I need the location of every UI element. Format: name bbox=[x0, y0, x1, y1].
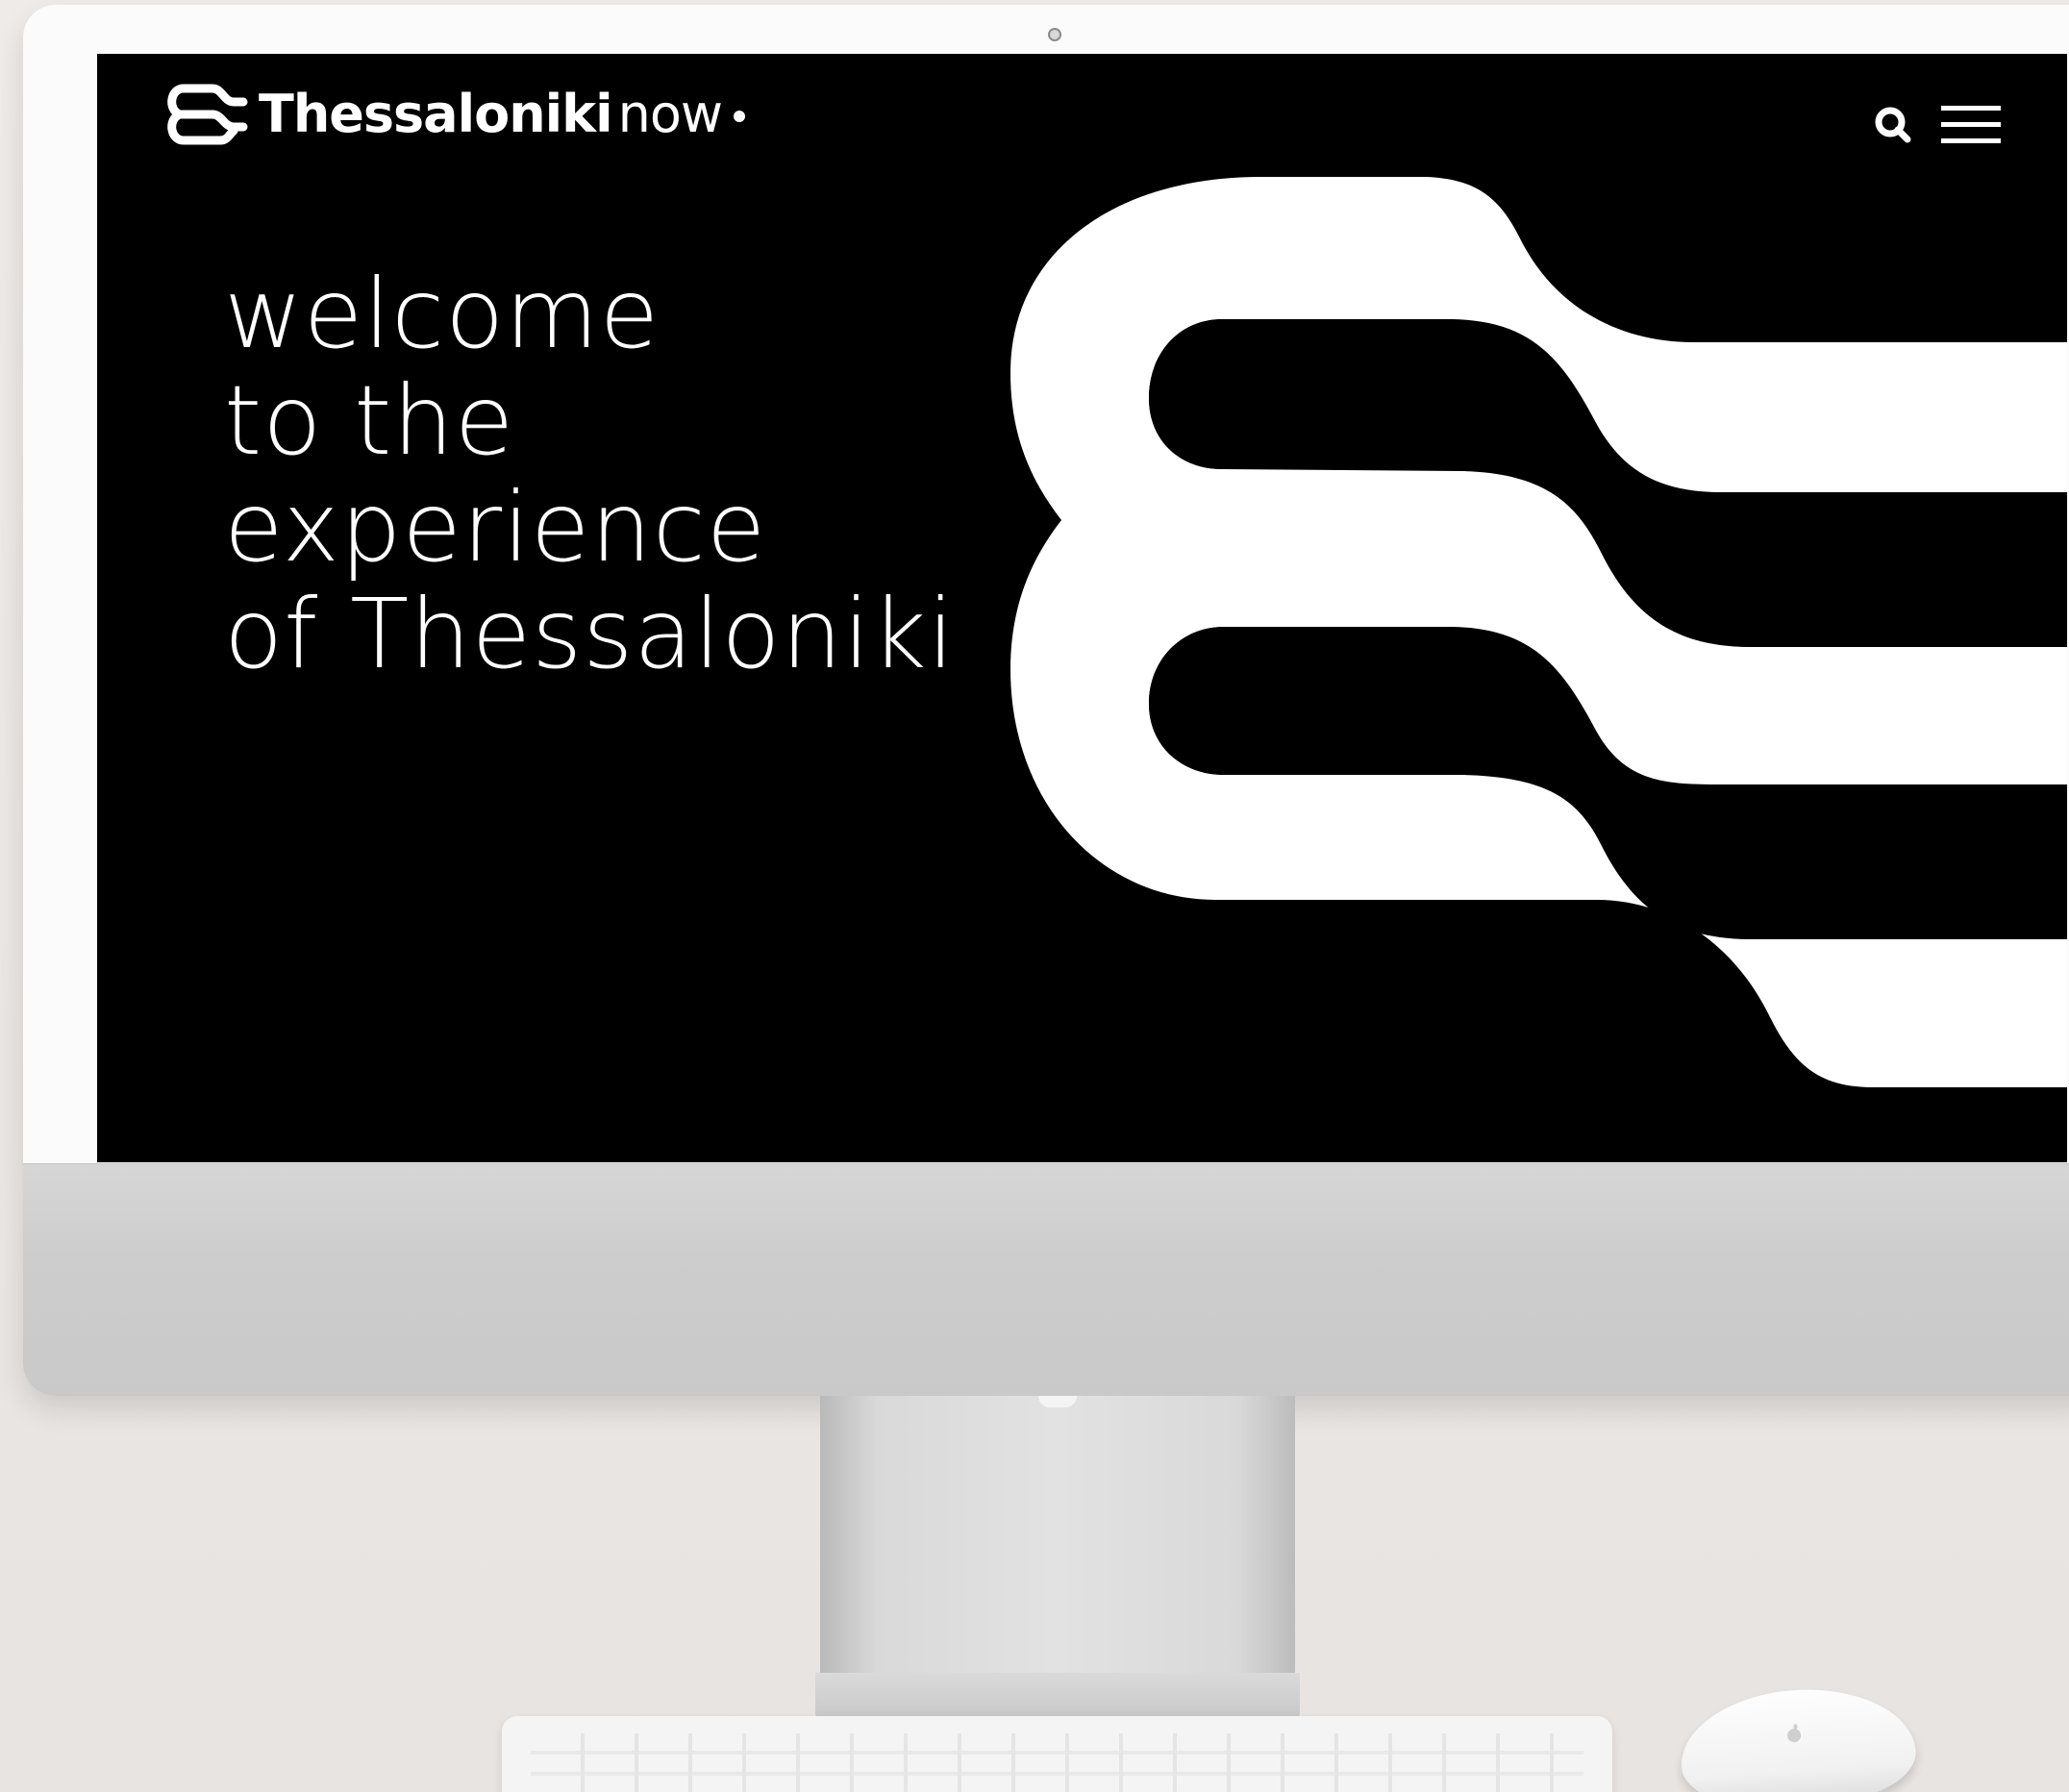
logo-wordmark-light: now bbox=[617, 84, 723, 144]
keyboard-keys bbox=[531, 1733, 1583, 1792]
site-header: Thessaloniki now bbox=[97, 54, 2067, 208]
keyboard bbox=[502, 1716, 1612, 1792]
hero-line-3: experience bbox=[224, 471, 767, 584]
mouse bbox=[1677, 1681, 1919, 1792]
camera-icon bbox=[1048, 28, 1061, 41]
logo-wordmark-bold: Thessaloniki bbox=[259, 84, 613, 144]
hamburger-menu-icon bbox=[1941, 106, 2001, 143]
hero-heading: welcome to the experience of Thessalonik… bbox=[224, 261, 955, 687]
apple-logo-icon bbox=[1787, 1724, 1802, 1743]
search-icon bbox=[1875, 107, 1911, 143]
hero-line-1: welcome bbox=[224, 258, 661, 370]
menu-button[interactable] bbox=[1941, 104, 2001, 144]
search-button[interactable] bbox=[1870, 102, 1916, 148]
site-logo[interactable]: Thessaloniki now bbox=[162, 81, 746, 148]
monitor-stand bbox=[820, 1396, 1295, 1718]
hero-line-4: of Thessaloniki bbox=[224, 578, 956, 690]
stand-hinge bbox=[1038, 1396, 1077, 1407]
website-screen: Thessaloniki now welcome to the experien… bbox=[97, 54, 2067, 1162]
monitor-stand-foot bbox=[815, 1673, 1300, 1719]
hero-line-2: to the bbox=[224, 364, 515, 477]
logo-mark-icon bbox=[167, 84, 248, 145]
mockup-scene: Thessaloniki now welcome to the experien… bbox=[0, 0, 2069, 1792]
logo-dot bbox=[734, 111, 746, 122]
desktop-monitor: Thessaloniki now welcome to the experien… bbox=[23, 5, 2069, 1396]
monitor-chin bbox=[23, 1163, 2069, 1396]
